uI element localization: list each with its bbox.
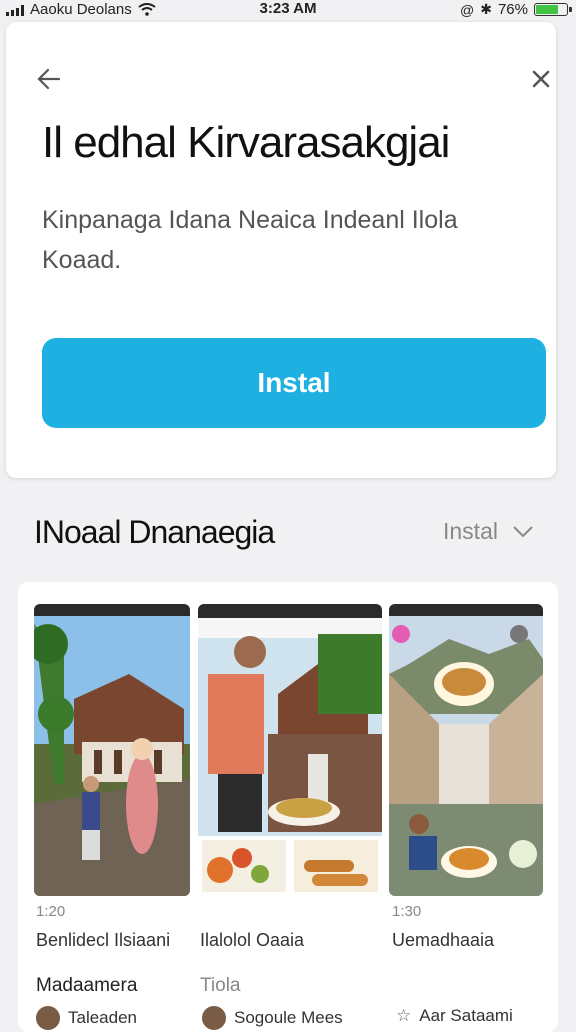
screenshot-1-title: Benlidecl Ilsiaani bbox=[36, 930, 171, 950]
arrow-left-icon[interactable] bbox=[36, 66, 62, 92]
app-description: Kinpanaga Idana Neaica Indeanl Ilola Koa… bbox=[42, 206, 458, 274]
section-install-dropdown[interactable]: Instal bbox=[443, 518, 534, 545]
person-name: Aar Sataami bbox=[419, 1006, 513, 1025]
screenshot-thumbnail-1[interactable] bbox=[34, 604, 190, 896]
screenshot-3-title: Uemadhaaia bbox=[392, 930, 495, 950]
avatar bbox=[36, 1006, 60, 1030]
close-x-icon[interactable] bbox=[528, 66, 554, 92]
battery-icon bbox=[534, 3, 572, 16]
screenshot-2-title: Ilalolol Oaaia bbox=[200, 930, 305, 950]
bluetooth-icon: ✱ bbox=[480, 1, 492, 17]
section-action-label: Instal bbox=[443, 518, 498, 544]
person-item-2[interactable]: Sogoule Mees bbox=[202, 1006, 343, 1030]
photo-street-market-image bbox=[389, 604, 543, 896]
person-item-1[interactable]: Taleaden bbox=[36, 1006, 137, 1030]
install-button[interactable]: Instal bbox=[42, 338, 546, 428]
star-icon: ☆ bbox=[396, 1006, 412, 1025]
person-name: Sogoule Mees bbox=[234, 1008, 343, 1027]
screenshot-thumbnail-2[interactable] bbox=[198, 604, 382, 896]
status-bar: Aaoku Deolans 3:23 AM @ ✱ 76% bbox=[0, 0, 576, 20]
person-item-3[interactable]: ☆ Aar Sataami bbox=[396, 1006, 513, 1026]
screenshot-3-duration: 1:30 bbox=[392, 903, 422, 920]
more-section-title: Madaamera bbox=[36, 975, 138, 996]
photo-house-visitors-image bbox=[34, 604, 190, 896]
status-right: @ ✱ 76% bbox=[460, 1, 572, 18]
chevron-down-icon bbox=[513, 525, 533, 537]
person-name: Taleaden bbox=[68, 1008, 138, 1027]
battery-percent: 76% bbox=[497, 1, 528, 18]
photo-man-serving-food-image bbox=[198, 604, 382, 896]
section-title: INoaal Dnanaegia bbox=[34, 514, 275, 550]
install-card: Il edhal Kirvarasakgjai Kinpanaga Idana … bbox=[6, 22, 556, 478]
screenshot-thumbnail-3[interactable] bbox=[389, 604, 543, 896]
app-title: Il edhal Kirvarasakgjai bbox=[42, 118, 450, 167]
location-icon: @ bbox=[460, 1, 475, 18]
more-section-link[interactable]: Tiola bbox=[200, 975, 240, 997]
screenshot-1-duration: 1:20 bbox=[36, 903, 66, 920]
avatar bbox=[202, 1006, 226, 1030]
